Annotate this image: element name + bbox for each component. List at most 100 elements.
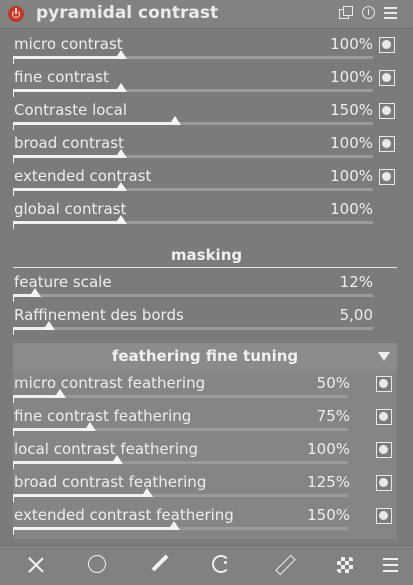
slider-row[interactable]: Raffinement des bords 5,00	[13, 303, 375, 336]
slider-tick	[13, 464, 14, 469]
mask-toggle-icon[interactable]	[376, 508, 392, 524]
slider-track[interactable]	[13, 527, 348, 530]
slider-thumb[interactable]	[110, 455, 123, 464]
slider-label: local contrast feathering	[14, 440, 199, 458]
slider-row[interactable]: micro contrast feathering 50%	[13, 371, 397, 404]
multi-instance-icon[interactable]	[339, 6, 353, 20]
module-title: pyramidal contrast	[36, 3, 219, 23]
slider-thumb[interactable]	[84, 422, 97, 431]
slider-value[interactable]: 50%	[317, 374, 350, 392]
chevron-down-icon[interactable]	[378, 352, 390, 361]
slider-row[interactable]: broad contrast 100%	[13, 131, 397, 164]
slider-thumb[interactable]	[28, 288, 41, 297]
slider-label: Raffinement des bords	[14, 306, 184, 324]
slider-thumb[interactable]	[53, 389, 66, 398]
parametric-mask-icon[interactable]	[212, 555, 230, 573]
slider-fill	[13, 221, 121, 224]
slider-track[interactable]	[13, 327, 373, 330]
mask-toggle-icon[interactable]	[376, 475, 392, 491]
mask-toggle-icon[interactable]	[379, 37, 395, 53]
slider-value[interactable]: 5,00	[340, 306, 373, 324]
slider-fill	[13, 395, 60, 398]
slider-track[interactable]	[13, 155, 373, 158]
masking-divider	[13, 267, 397, 268]
slider-value[interactable]: 150%	[330, 101, 373, 119]
slider-thumb[interactable]	[115, 182, 127, 191]
slider-tick	[13, 158, 14, 163]
power-icon[interactable]	[8, 6, 24, 22]
slider-row[interactable]: fine contrast 100%	[13, 65, 397, 98]
slider-value[interactable]: 100%	[330, 68, 373, 86]
slider-value[interactable]: 75%	[317, 407, 350, 425]
slider-label: extended contrast feathering	[14, 506, 234, 524]
slider-fill	[13, 494, 147, 497]
off-icon[interactable]	[26, 555, 46, 575]
slider-fill	[13, 527, 174, 530]
slider-track[interactable]	[13, 294, 373, 297]
slider-track[interactable]	[13, 188, 373, 191]
slider-thumb[interactable]	[167, 521, 180, 530]
slider-tick	[13, 191, 14, 196]
slider-row[interactable]: global contrast 100%	[13, 197, 397, 230]
slider-track[interactable]	[13, 461, 348, 464]
slider-track[interactable]	[13, 494, 348, 497]
drawn-parametric-icon[interactable]	[275, 555, 295, 575]
mask-toggle-icon[interactable]	[376, 442, 392, 458]
slider-track[interactable]	[13, 428, 348, 431]
slider-value[interactable]: 100%	[330, 35, 373, 53]
slider-tick	[13, 224, 14, 229]
slider-track[interactable]	[13, 89, 373, 92]
slider-tick	[13, 297, 14, 302]
slider-thumb[interactable]	[115, 149, 127, 158]
slider-thumb[interactable]	[115, 215, 127, 224]
slider-thumb[interactable]	[43, 321, 55, 330]
mask-toggle-icon[interactable]	[376, 376, 392, 392]
slider-thumb[interactable]	[169, 116, 181, 125]
slider-fill	[13, 56, 121, 59]
uniform-icon[interactable]	[88, 555, 106, 573]
slider-thumb[interactable]	[115, 50, 127, 59]
slider-label: global contrast	[14, 200, 127, 218]
slider-thumb[interactable]	[115, 83, 127, 92]
slider-row[interactable]: extended contrast 100%	[13, 164, 397, 197]
slider-row[interactable]: micro contrast 100%	[13, 32, 397, 65]
blend-menu-icon[interactable]	[381, 555, 401, 575]
slider-row[interactable]: extended contrast feathering 150%	[13, 503, 397, 536]
slider-tick	[13, 431, 14, 436]
slider-value[interactable]: 125%	[307, 473, 350, 491]
mask-toggle-icon[interactable]	[379, 70, 395, 86]
slider-track[interactable]	[13, 221, 373, 224]
reset-icon[interactable]	[362, 6, 375, 19]
slider-row[interactable]: fine contrast feathering 75%	[13, 404, 397, 437]
slider-tick	[13, 92, 14, 97]
drawn-mask-icon[interactable]	[150, 555, 170, 575]
presets-menu-icon[interactable]	[384, 6, 398, 20]
slider-value[interactable]: 100%	[330, 134, 373, 152]
slider-tick	[13, 59, 14, 64]
slider-value[interactable]: 12%	[340, 273, 373, 291]
mask-toggle-icon[interactable]	[379, 136, 395, 152]
slider-row[interactable]: feature scale 12%	[13, 270, 375, 303]
slider-track[interactable]	[13, 56, 373, 59]
slider-row[interactable]: local contrast feathering 100%	[13, 437, 397, 470]
slider-value[interactable]: 100%	[330, 167, 373, 185]
slider-row[interactable]: Contraste local 150%	[13, 98, 397, 131]
slider-value[interactable]: 100%	[307, 440, 350, 458]
mask-toggle-icon[interactable]	[376, 409, 392, 425]
raster-mask-icon[interactable]	[337, 557, 353, 573]
slider-row[interactable]: broad contrast feathering 125%	[13, 470, 397, 503]
slider-value[interactable]: 100%	[330, 200, 373, 218]
blend-mode-toolbar	[0, 545, 413, 585]
slider-value[interactable]: 150%	[307, 506, 350, 524]
slider-label: micro contrast	[14, 35, 123, 53]
slider-tick	[13, 330, 14, 335]
slider-track[interactable]	[13, 122, 373, 125]
slider-label: micro contrast feathering	[14, 374, 206, 392]
slider-fill	[13, 461, 117, 464]
mask-toggle-icon[interactable]	[379, 169, 395, 185]
feathering-section-title: feathering fine tuning	[111, 347, 299, 365]
mask-toggle-icon[interactable]	[379, 103, 395, 119]
feathering-section-header[interactable]: feathering fine tuning	[13, 343, 397, 371]
slider-thumb[interactable]	[141, 488, 153, 497]
slider-label: fine contrast feathering	[14, 407, 192, 425]
